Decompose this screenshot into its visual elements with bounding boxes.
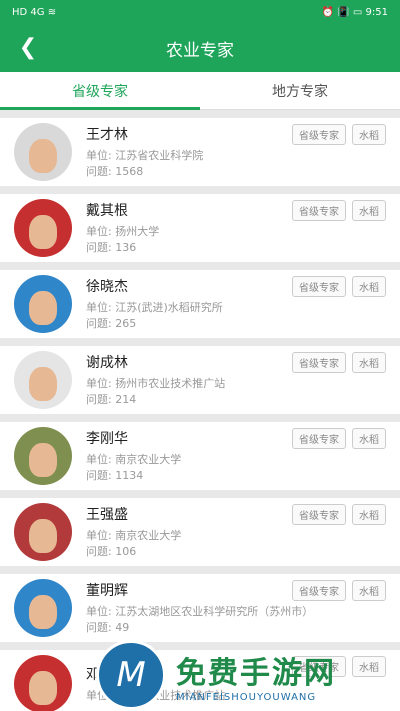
- status-bar: HD 4G ≋ ⏰ 📳 ▭ 9:51: [0, 0, 400, 24]
- tab-bar: 省级专家 地方专家: [0, 72, 400, 110]
- crop-tag: 水稻: [352, 428, 386, 449]
- expert-card[interactable]: 董明辉 单位: 江苏太湖地区农业科学研究所（苏州市） 问题: 49 省级专家 水…: [0, 574, 400, 642]
- status-left: HD 4G ≋: [12, 6, 57, 18]
- expert-unit: 单位: 江苏省农业科学院: [86, 149, 204, 162]
- level-tag: 省级专家: [292, 428, 346, 449]
- avatar: [14, 351, 72, 409]
- level-tag: 省级专家: [292, 276, 346, 297]
- expert-questions: 问题: 265: [86, 317, 137, 330]
- expert-questions: 问题: 136: [86, 241, 137, 254]
- avatar: [14, 655, 72, 711]
- expert-unit: 单位: 江苏太湖地区农业科学研究所（苏州市）: [86, 605, 314, 618]
- avatar: [14, 579, 72, 637]
- expert-unit: 单位: 南京农业大学: [86, 529, 182, 542]
- page-title: 农业专家: [166, 40, 234, 61]
- avatar: [14, 503, 72, 561]
- expert-card[interactable]: 王才林 单位: 江苏省农业科学院 问题: 1568 省级专家 水稻: [0, 118, 400, 186]
- expert-unit: 单位: 南京农业大学: [86, 453, 182, 466]
- expert-unit: 单位: 扬州市农业技术推广站: [86, 689, 226, 702]
- expert-unit: 单位: 扬州市农业技术推广站: [86, 377, 226, 390]
- expert-questions: 问题: 1134: [86, 469, 144, 482]
- level-tag: 省级专家: [292, 504, 346, 525]
- expert-card[interactable]: 邓建 单位: 扬州市农业技术推广站 省级专家 水稻: [0, 650, 400, 711]
- expert-questions: 问题: 49: [86, 621, 130, 634]
- expert-card[interactable]: 戴其根 单位: 扬州大学 问题: 136 省级专家 水稻: [0, 194, 400, 262]
- app-bar: ❮ 农业专家: [0, 24, 400, 72]
- avatar: [14, 427, 72, 485]
- avatar: [14, 275, 72, 333]
- expert-questions: 问题: 1568: [86, 165, 144, 178]
- status-right: ⏰ 📳 ▭ 9:51: [321, 6, 388, 18]
- expert-unit: 单位: 扬州大学: [86, 225, 160, 238]
- level-tag: 省级专家: [292, 124, 346, 145]
- avatar: [14, 199, 72, 257]
- level-tag: 省级专家: [292, 656, 346, 677]
- expert-list: 王才林 单位: 江苏省农业科学院 问题: 1568 省级专家 水稻 戴其根 单位…: [0, 110, 400, 711]
- crop-tag: 水稻: [352, 580, 386, 601]
- expert-unit: 单位: 江苏(武进)水稻研究所: [86, 301, 223, 314]
- expert-card[interactable]: 徐晓杰 单位: 江苏(武进)水稻研究所 问题: 265 省级专家 水稻: [0, 270, 400, 338]
- expert-questions: 问题: 106: [86, 545, 137, 558]
- crop-tag: 水稻: [352, 352, 386, 373]
- expert-card[interactable]: 李刚华 单位: 南京农业大学 问题: 1134 省级专家 水稻: [0, 422, 400, 490]
- level-tag: 省级专家: [292, 580, 346, 601]
- crop-tag: 水稻: [352, 504, 386, 525]
- expert-card[interactable]: 谢成林 单位: 扬州市农业技术推广站 问题: 214 省级专家 水稻: [0, 346, 400, 414]
- crop-tag: 水稻: [352, 124, 386, 145]
- expert-questions: 问题: 214: [86, 393, 137, 406]
- crop-tag: 水稻: [352, 276, 386, 297]
- avatar: [14, 123, 72, 181]
- crop-tag: 水稻: [352, 200, 386, 221]
- level-tag: 省级专家: [292, 200, 346, 221]
- crop-tag: 水稻: [352, 656, 386, 677]
- expert-card[interactable]: 王强盛 单位: 南京农业大学 问题: 106 省级专家 水稻: [0, 498, 400, 566]
- tab-provincial-experts[interactable]: 省级专家: [0, 72, 200, 110]
- level-tag: 省级专家: [292, 352, 346, 373]
- tab-local-experts[interactable]: 地方专家: [200, 72, 400, 109]
- back-arrow-icon[interactable]: ❮: [14, 34, 42, 62]
